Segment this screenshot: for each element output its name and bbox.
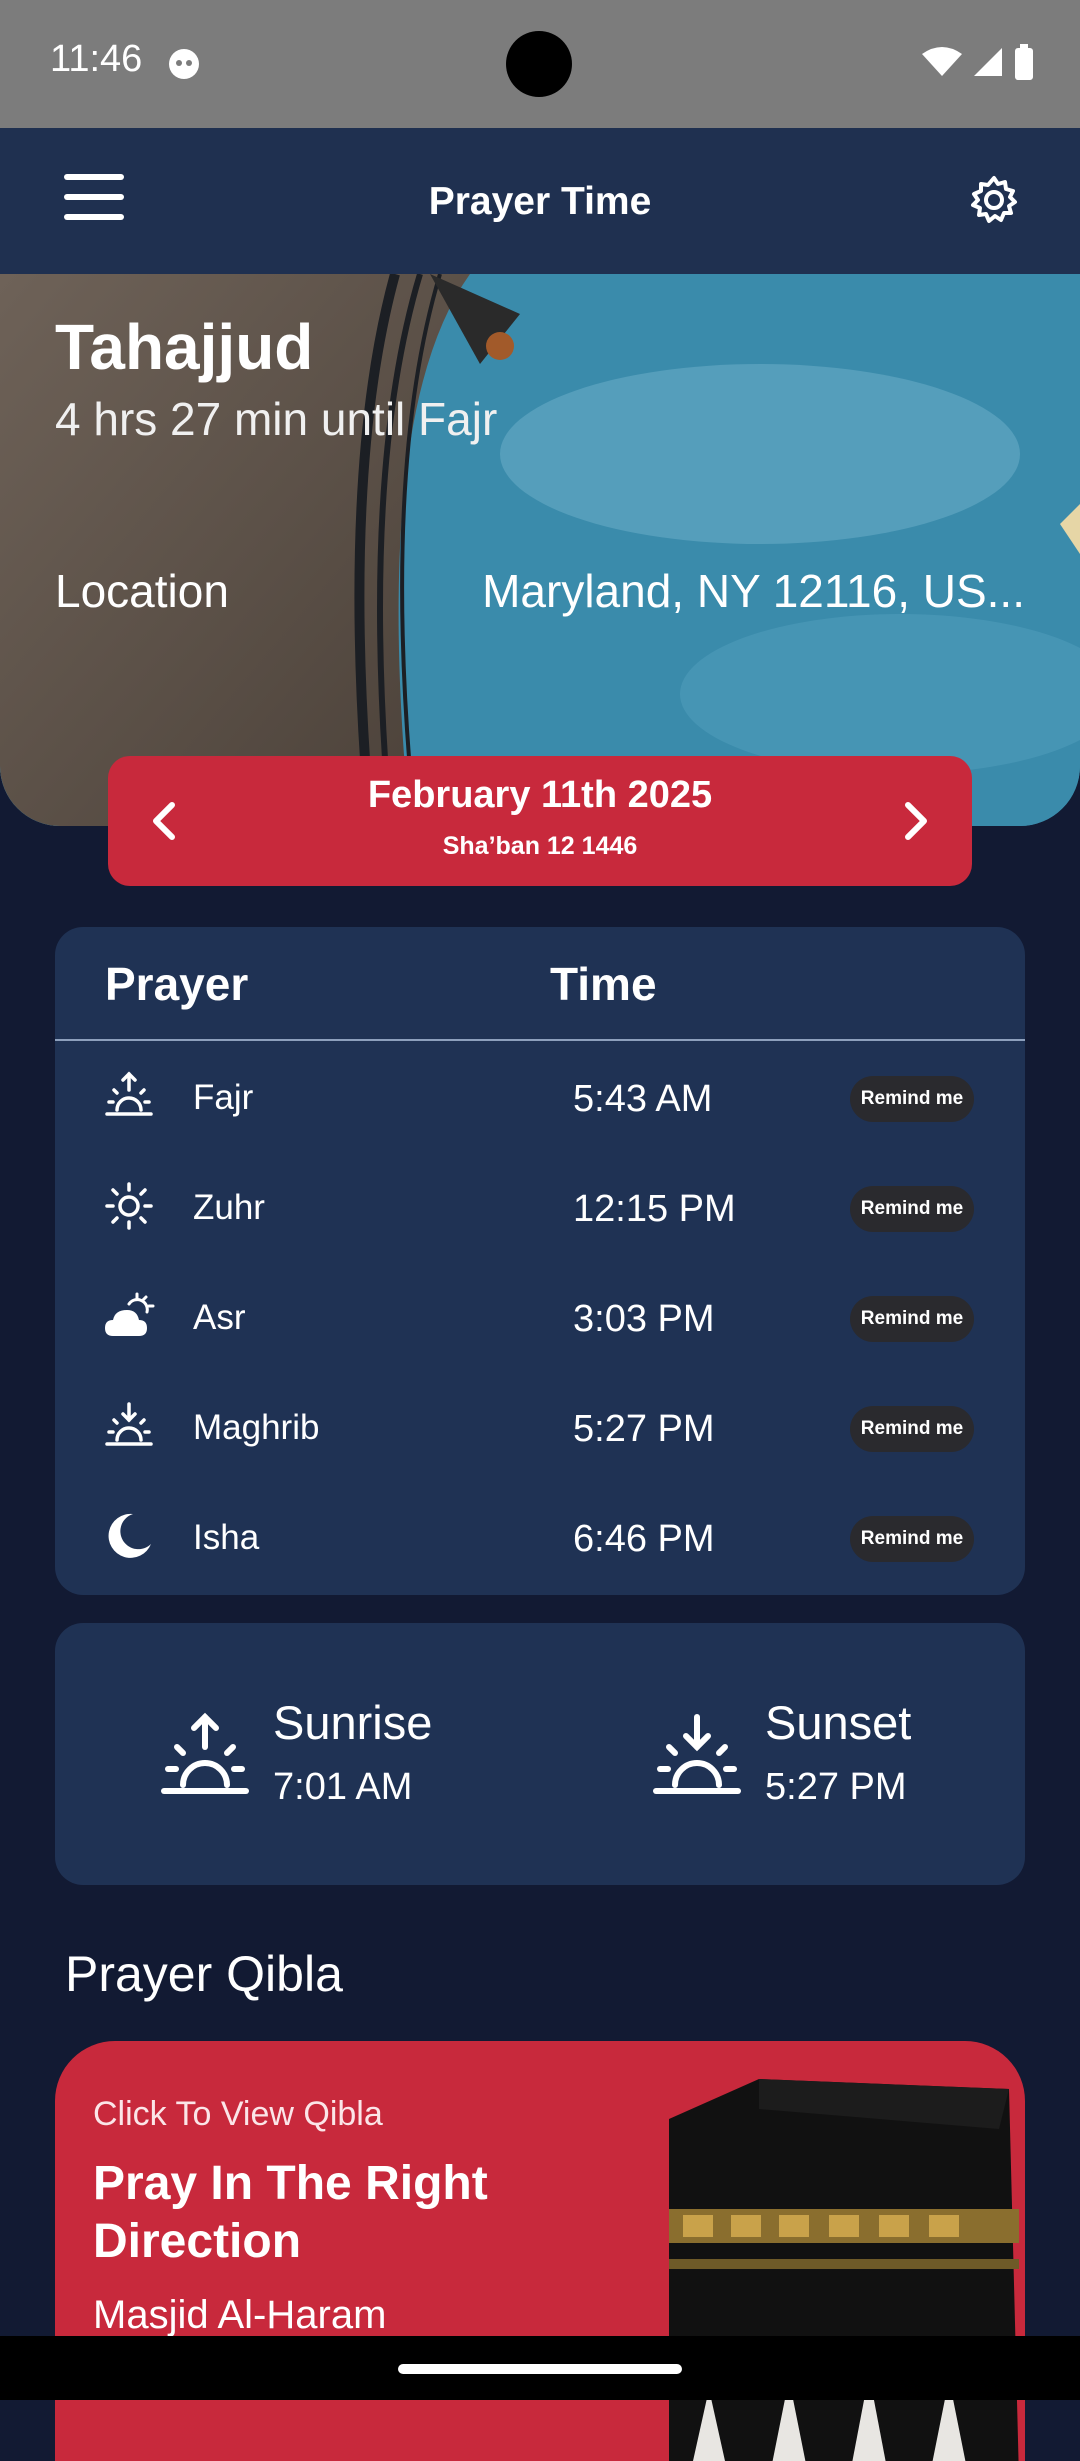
prayer-time: 5:43 AM <box>573 1078 713 1120</box>
countdown-text: 4 hrs 27 min until Fajr <box>55 393 498 445</box>
qibla-masjid: Masjid Al-Haram <box>93 2293 387 2337</box>
sunrise-icon <box>105 1071 153 1116</box>
prayer-row-asr: Asr 3:03 PM Remind me <box>55 1262 1025 1372</box>
prayer-name: Asr <box>193 1298 246 1337</box>
sunrise-sunset-card: Sunrise 7:01 AM Sunset 5:27 PM <box>55 1623 1025 1885</box>
prayer-name: Maghrib <box>193 1408 320 1447</box>
remind-me-button-zuhr[interactable]: Remind me <box>850 1186 974 1232</box>
status-icons <box>922 44 1034 80</box>
location-label: Location <box>55 565 229 617</box>
remind-me-button-isha[interactable]: Remind me <box>850 1516 974 1562</box>
sunrise-time: 7:01 AM <box>273 1766 413 1808</box>
column-header-time: Time <box>550 958 657 1010</box>
qibla-cta-text: Click To View Qibla <box>93 2095 383 2133</box>
prayer-name: Isha <box>193 1518 260 1557</box>
prayer-name: Fajr <box>193 1078 254 1117</box>
sunset-icon <box>105 1402 153 1446</box>
hijri-date: Sha’ban 12 1446 <box>442 832 638 860</box>
remind-me-button-fajr[interactable]: Remind me <box>850 1076 974 1122</box>
camera-cutout <box>506 31 572 97</box>
signal-icon <box>974 48 1002 76</box>
sunrise-label: Sunrise <box>273 1696 433 1749</box>
hero-banner: Tahajjud 4 hrs 27 min until Fajr Locatio… <box>0 274 1080 826</box>
status-time: 11:46 <box>50 38 143 80</box>
prayer-time: 12:15 PM <box>573 1188 736 1230</box>
current-prayer-name: Tahajjud <box>55 311 314 383</box>
wifi-icon <box>922 47 962 76</box>
battery-icon <box>1015 44 1033 80</box>
sunset-time: 5:27 PM <box>765 1766 907 1808</box>
remind-me-button-asr[interactable]: Remind me <box>850 1296 974 1342</box>
cloud-sun-icon <box>105 1292 155 1336</box>
prayer-row-zuhr: Zuhr 12:15 PM Remind me <box>55 1152 1025 1262</box>
divider <box>55 1039 1025 1041</box>
prayer-row-isha: Isha 6:46 PM Remind me <box>55 1482 1025 1592</box>
gear-icon[interactable] <box>968 174 1020 226</box>
sunrise-icon <box>161 1712 249 1794</box>
status-bar: 11:46 <box>0 0 1080 128</box>
prayer-row-maghrib: Maghrib 5:27 PM Remind me <box>55 1372 1025 1482</box>
date-selector: February 11th 2025 Sha’ban 12 1446 <box>108 756 972 886</box>
qibla-title: Pray In The Right Direction <box>93 2157 488 2268</box>
column-header-prayer: Prayer <box>105 958 249 1010</box>
app-notification-icon <box>169 49 199 79</box>
prayer-row-fajr: Fajr 5:43 AM Remind me <box>55 1042 1025 1152</box>
section-heading-qibla: Prayer Qibla <box>65 1946 343 2002</box>
prayer-time: 5:27 PM <box>573 1408 715 1450</box>
kaaba-image <box>669 2079 1019 2461</box>
sun-icon <box>105 1182 153 1230</box>
home-gesture-handle[interactable] <box>398 2364 682 2374</box>
sunset-label: Sunset <box>765 1696 912 1749</box>
prayer-times-card: Prayer Time Fajr 5:43 AM Remind me Zuhr <box>55 927 1025 1595</box>
remind-me-button-maghrib[interactable]: Remind me <box>850 1406 974 1452</box>
prayer-time: 6:46 PM <box>573 1518 715 1560</box>
sunset-icon <box>653 1714 741 1794</box>
app-bar: Prayer Time <box>0 128 1080 274</box>
chevron-right-icon[interactable] <box>884 791 944 851</box>
moon-icon <box>108 1513 151 1558</box>
location-value[interactable]: Maryland, NY 12116, US... <box>482 564 1025 618</box>
gregorian-date: February 11th 2025 <box>367 774 713 816</box>
prayer-name: Zuhr <box>193 1188 265 1227</box>
page-title: Prayer Time <box>428 180 652 223</box>
prayer-time: 3:03 PM <box>573 1298 715 1340</box>
system-nav-bar <box>0 2336 1080 2400</box>
